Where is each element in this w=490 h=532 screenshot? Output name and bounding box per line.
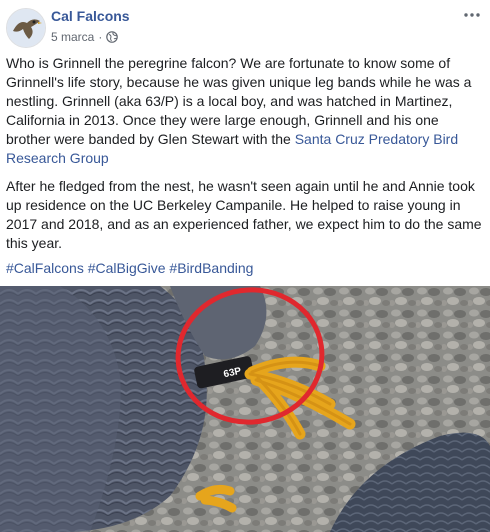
facebook-post: Cal Falcons 5 marca · Who is Grinnell th… [0,0,490,532]
hashtag-calfalcons[interactable]: #CalFalcons [6,260,88,276]
falcon-avatar-icon [7,9,45,47]
post-body: Who is Grinnell the peregrine falcon? We… [6,54,484,262]
meta-separator: · [98,30,103,44]
post-date[interactable]: 5 marca [51,30,94,44]
hashtag-calbiggive[interactable]: #CalBigGive [88,260,170,276]
page-name-link[interactable]: Cal Falcons [51,8,130,24]
page-avatar[interactable] [6,8,46,48]
falcon-leg-band-photo: 63P [0,286,490,532]
post-header: Cal Falcons 5 marca · [0,0,490,52]
hashtag-row: #CalFalcons #CalBigGive #BirdBanding [6,259,253,278]
post-photo[interactable]: 63P [0,286,490,532]
hashtag-birdbanding[interactable]: #BirdBanding [169,260,253,276]
post-paragraph-1: Who is Grinnell the peregrine falcon? We… [6,54,484,168]
post-meta: 5 marca · [51,30,119,44]
more-options-icon[interactable] [462,8,482,22]
post-paragraph-2: After he fledged from the nest, he wasn'… [6,178,482,251]
globe-icon[interactable] [106,31,119,43]
